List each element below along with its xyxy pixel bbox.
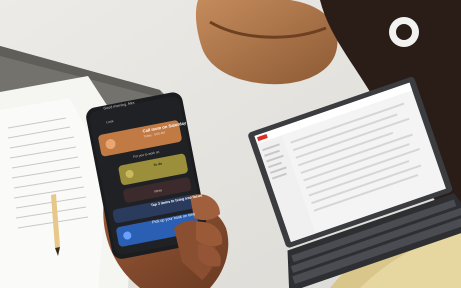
- ideas-card-title[interactable]: Ideas: [154, 188, 162, 194]
- photo-scene: Good morning, Alex Look Call mom on Satu…: [0, 0, 461, 288]
- phone-subheader: Look: [105, 119, 114, 125]
- section-label: For you to work on: [132, 149, 160, 159]
- todo-card-title[interactable]: To do: [153, 162, 163, 168]
- phone-header: Good morning, Alex: [103, 100, 135, 111]
- scene-artwork: [0, 0, 461, 288]
- book-card-title[interactable]: Pick up your book on time: [152, 212, 196, 225]
- focus-card-title[interactable]: Tap 3 items to bring into focus: [151, 194, 203, 208]
